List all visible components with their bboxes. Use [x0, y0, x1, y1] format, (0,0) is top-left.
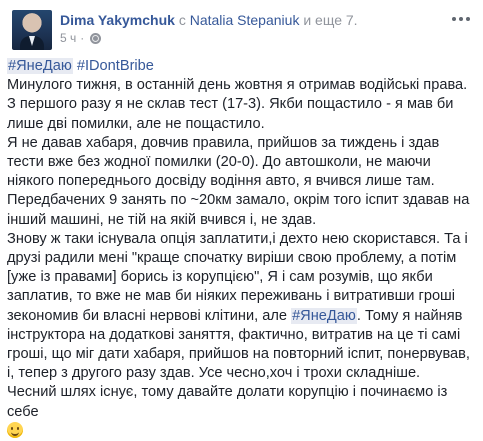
inline-hashtag[interactable]: #ЯнеДаю: [291, 307, 357, 324]
post-header: Dima Yakymchuk с Natalia Stepaniuk и еще…: [12, 10, 473, 50]
with-label: с: [178, 12, 186, 28]
paragraph-2: Я не давав хабаря, довчив правила, прийш…: [7, 134, 470, 228]
paragraph-4: Чесний шлях існує, тому давайте долати к…: [7, 384, 448, 420]
ellipsis-icon[interactable]: [449, 12, 473, 26]
paragraph-1: Минулого тижня, в останній день жовтня я…: [7, 77, 468, 132]
menu-dot: [452, 17, 456, 21]
paragraph-3: Знову ж таки існувала опція заплатити,і …: [7, 230, 477, 384]
emoji-line: [7, 421, 477, 441]
facebook-post: Dima Yakymchuk с Natalia Stepaniuk и еще…: [0, 0, 483, 438]
post-author-line: Dima Yakymchuk с Natalia Stepaniuk и еще…: [60, 11, 358, 29]
post-meta: 5 ч ·: [60, 31, 102, 45]
and-more-link[interactable]: и еще 7.: [303, 12, 357, 28]
post-content: #ЯнеДаю #IDontBribe Минулого тижня, в ос…: [7, 57, 477, 441]
menu-dot: [459, 17, 463, 21]
hashtag-yanedayu[interactable]: #ЯнеДаю: [7, 58, 73, 74]
post-time[interactable]: 5 ч: [60, 31, 76, 45]
separator-dot: ·: [80, 31, 85, 45]
author-name[interactable]: Dima Yakymchuk: [60, 12, 175, 28]
author-avatar[interactable]: [12, 10, 52, 50]
menu-dot: [466, 17, 470, 21]
smile-emoji-icon: [7, 421, 23, 438]
hashtag-line: #ЯнеДаю #IDontBribe: [7, 57, 477, 76]
tagged-friend[interactable]: Natalia Stepaniuk: [190, 12, 300, 28]
hashtag-idontbribe[interactable]: #IDontBribe: [77, 58, 154, 74]
globe-icon[interactable]: [90, 32, 102, 44]
